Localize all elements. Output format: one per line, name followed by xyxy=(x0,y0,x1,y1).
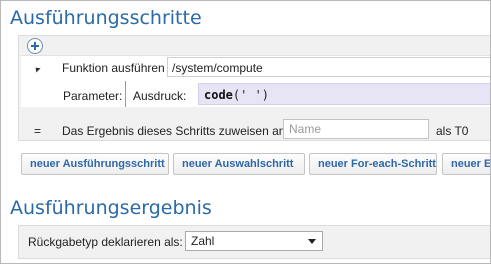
execution-result-title: Ausführungsergebnis xyxy=(10,197,212,219)
as-type-label: als T0 xyxy=(436,124,469,138)
new-step-button-truncated[interactable]: neuer E xyxy=(442,153,490,175)
assign-equals-sign: = xyxy=(34,124,42,138)
return-type-label: Rückgabetyp deklarieren als: xyxy=(28,235,183,249)
new-execution-step-button[interactable]: neuer Ausführungsschritt xyxy=(21,153,169,175)
expression-label: Ausdruck: xyxy=(133,89,187,103)
expression-args: (' ') xyxy=(232,88,270,102)
plus-icon xyxy=(31,42,39,50)
expression-keyword: code xyxy=(204,88,233,102)
execution-editor: Ausführungsschritte Funktion ausführen /… xyxy=(0,0,491,264)
execution-steps-title: Ausführungsschritte xyxy=(10,7,202,29)
expression-field[interactable]: code(' ') xyxy=(198,83,490,105)
parameter-label: Parameter: xyxy=(63,89,123,103)
new-choice-step-button[interactable]: neuer Auswahlschritt xyxy=(173,153,305,175)
function-path-field[interactable]: /system/compute xyxy=(167,57,490,77)
parameter-separator xyxy=(125,81,126,107)
variable-name-input[interactable] xyxy=(283,119,429,139)
return-type-select[interactable]: Zahl xyxy=(185,231,323,251)
assign-result-label: Das Ergebnis dieses Schritts zuweisen an xyxy=(62,124,286,138)
return-type-value: Zahl xyxy=(191,234,215,248)
new-for-each-step-button[interactable]: neuer For-each-Schritt xyxy=(309,153,437,175)
function-label: Funktion ausführen xyxy=(62,61,165,75)
chevron-down-icon xyxy=(308,239,316,244)
add-step-button[interactable] xyxy=(27,38,43,54)
